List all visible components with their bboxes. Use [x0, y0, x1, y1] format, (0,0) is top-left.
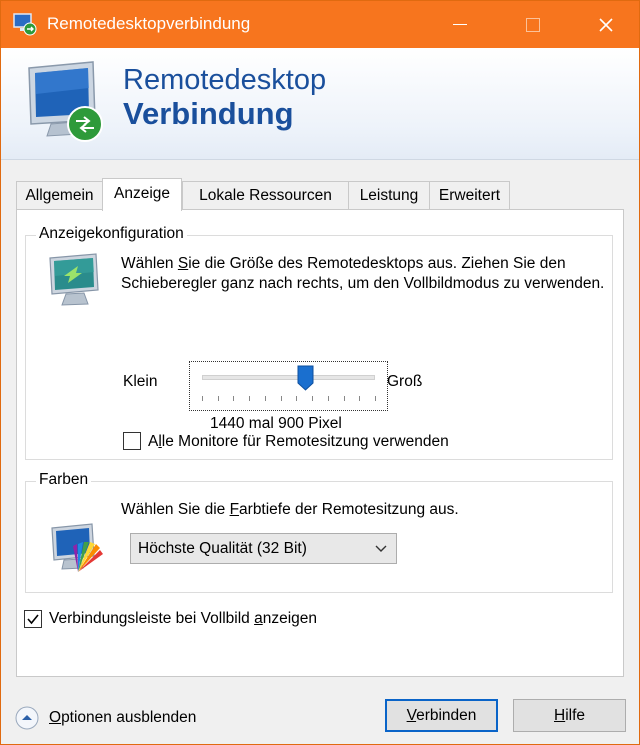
colors-description: Wählen Sie die Farbtiefe der Remotesitzu…: [121, 501, 459, 518]
close-button[interactable]: [583, 1, 629, 48]
connect-button[interactable]: Verbinden: [385, 699, 498, 732]
tab-panel-anzeige: Anzeigekonfiguration Wählen Sie die Größ…: [16, 209, 624, 677]
connection-bar-label[interactable]: Verbindungsleiste bei Vollbild anzeigen: [49, 609, 317, 629]
slider-tick: [233, 396, 235, 401]
rdp-window: Remotedesktopverbindung Remotedesktop Ve…: [0, 0, 640, 745]
maximize-button: [510, 1, 556, 48]
banner-title-line2: Verbindung: [123, 96, 294, 131]
slider-tick: [296, 396, 298, 401]
slider-tick: [359, 396, 361, 401]
slider-tick: [249, 396, 251, 401]
tab-allgemein[interactable]: Allgemein: [16, 181, 103, 210]
tab-erweitert[interactable]: Erweitert: [429, 181, 510, 210]
tab-leistung[interactable]: Leistung: [348, 181, 430, 210]
banner-title-line1: Remotedesktop: [123, 64, 327, 96]
slider-tick: [375, 396, 376, 401]
color-depth-icon: [51, 523, 103, 572]
connection-bar-checkbox[interactable]: [24, 610, 42, 628]
color-depth-select[interactable]: Höchste Qualität (32 Bit): [130, 533, 397, 564]
minimize-button[interactable]: [437, 1, 483, 48]
help-button[interactable]: Hilfe: [513, 699, 626, 732]
window-title: Remotedesktopverbindung: [47, 14, 251, 33]
resolution-text: 1440 mal 900 Pixel: [210, 415, 342, 432]
maximize-icon: [526, 17, 540, 32]
slider-tick: [217, 396, 219, 401]
slider-min-label: Klein: [123, 373, 158, 390]
all-monitors-label[interactable]: Alle Monitore für Remotesitzung verwende…: [148, 432, 449, 452]
slider-tick: [312, 396, 314, 401]
close-icon: [599, 17, 613, 32]
slider-max-label: Groß: [387, 373, 423, 390]
resolution-slider[interactable]: [189, 361, 388, 411]
display-description: Wählen Sie die Größe des Remotedesktops …: [121, 255, 605, 292]
slider-tick: [280, 396, 282, 401]
slider-track: [202, 375, 375, 380]
remote-desktop-monitor-icon: [28, 61, 103, 142]
chevron-down-icon: [375, 545, 387, 552]
checkmark-icon: [27, 614, 39, 625]
display-monitor-icon: [49, 253, 99, 306]
hide-options-label: Optionen ausblenden: [49, 709, 197, 726]
slider-tick: [343, 396, 345, 401]
tab-lokale-ressourcen[interactable]: Lokale Ressourcen: [182, 181, 349, 210]
tab-anzeige[interactable]: Anzeige: [102, 178, 182, 211]
title-bar[interactable]: Remotedesktopverbindung: [1, 1, 639, 48]
colors-group: Farben Wählen Sie die Farbtiefe der Remo…: [25, 471, 613, 593]
minimize-icon: [453, 24, 467, 25]
remote-desktop-app-icon: [13, 13, 37, 36]
display-config-title: Anzeigekonfiguration: [36, 225, 187, 243]
slider-tick: [327, 396, 329, 401]
slider-tick: [264, 396, 266, 401]
slider-thumb[interactable]: [297, 365, 314, 391]
display-config-group: Anzeigekonfiguration Wählen Sie die Größ…: [25, 225, 613, 460]
colors-title: Farben: [36, 471, 92, 489]
slider-tick: [202, 396, 203, 401]
hide-options-link[interactable]: Optionen ausblenden: [15, 704, 196, 732]
chevron-up-circle-icon: [15, 706, 39, 730]
color-depth-value: Höchste Qualität (32 Bit): [138, 540, 307, 557]
header-banner: Remotedesktop Verbindung: [1, 48, 639, 160]
all-monitors-checkbox[interactable]: [123, 432, 141, 450]
